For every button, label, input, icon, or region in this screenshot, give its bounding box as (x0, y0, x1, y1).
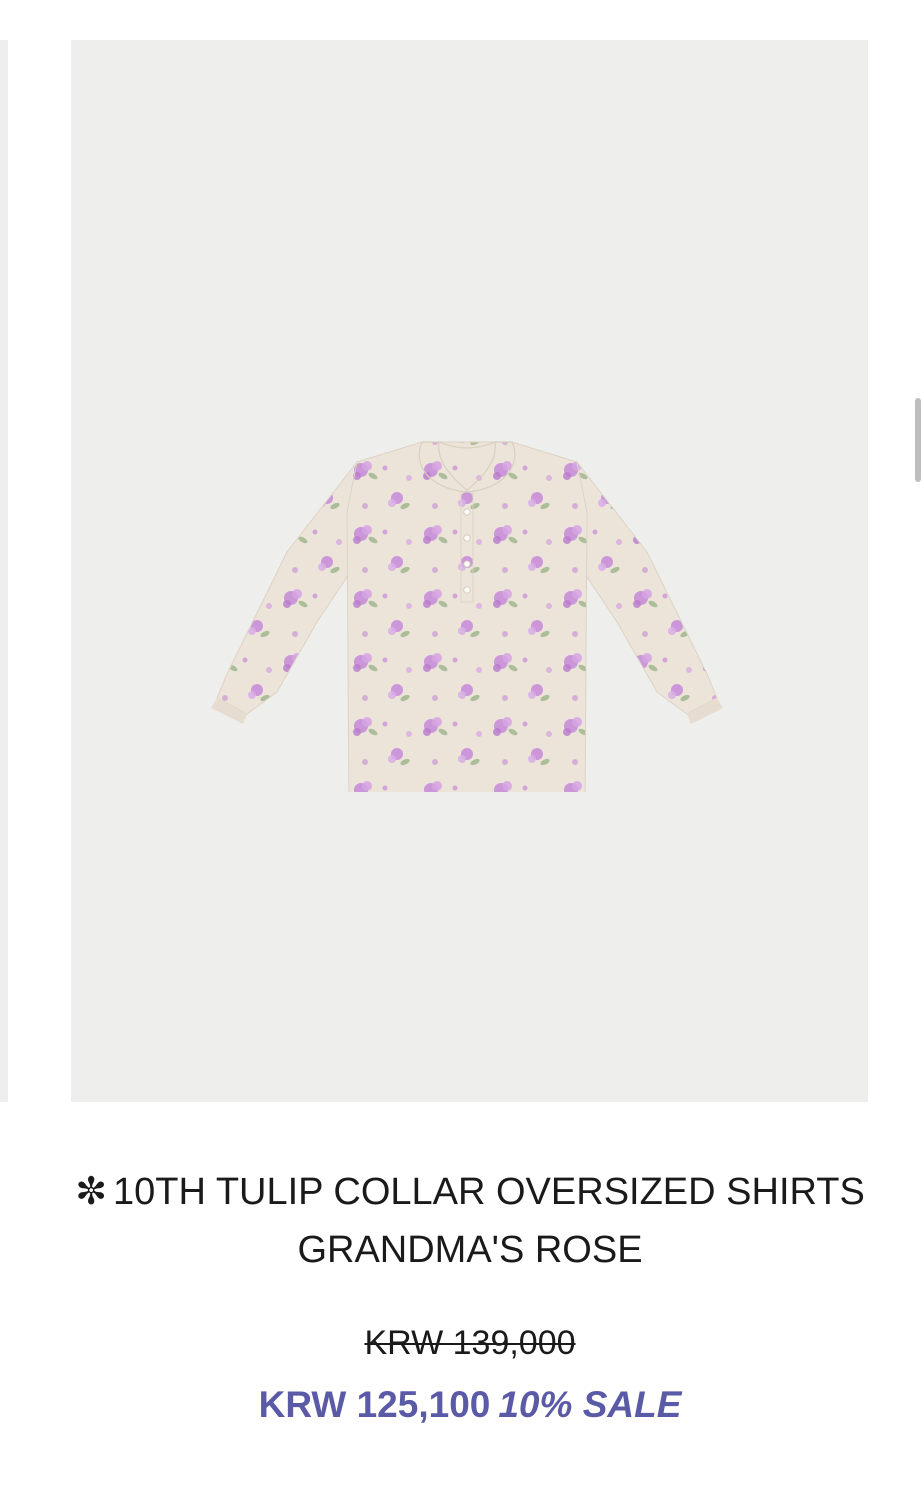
sale-badge: 10% SALE (498, 1384, 682, 1425)
product-title-line2: GRANDMA'S ROSE (297, 1229, 643, 1271)
snowflake-icon: ✼ (75, 1171, 108, 1213)
product-photo (211, 441, 723, 792)
product-image[interactable] (71, 40, 868, 1102)
product-info: ✼ 10TH TULIP COLLAR OVERSIZED SHIRTS GRAN… (40, 1163, 900, 1427)
sale-price-row: KRW 125,100 10% SALE (40, 1383, 900, 1427)
original-price: KRW 139,000 (364, 1324, 576, 1362)
scrollbar-thumb[interactable] (915, 398, 921, 482)
sale-price: KRW 125,100 (258, 1384, 491, 1425)
previous-image-edge[interactable] (0, 40, 8, 1102)
product-title: ✼ 10TH TULIP COLLAR OVERSIZED SHIRTS GRAN… (40, 1163, 900, 1279)
product-title-line1: 10TH TULIP COLLAR OVERSIZED SHIRTS (113, 1171, 865, 1213)
